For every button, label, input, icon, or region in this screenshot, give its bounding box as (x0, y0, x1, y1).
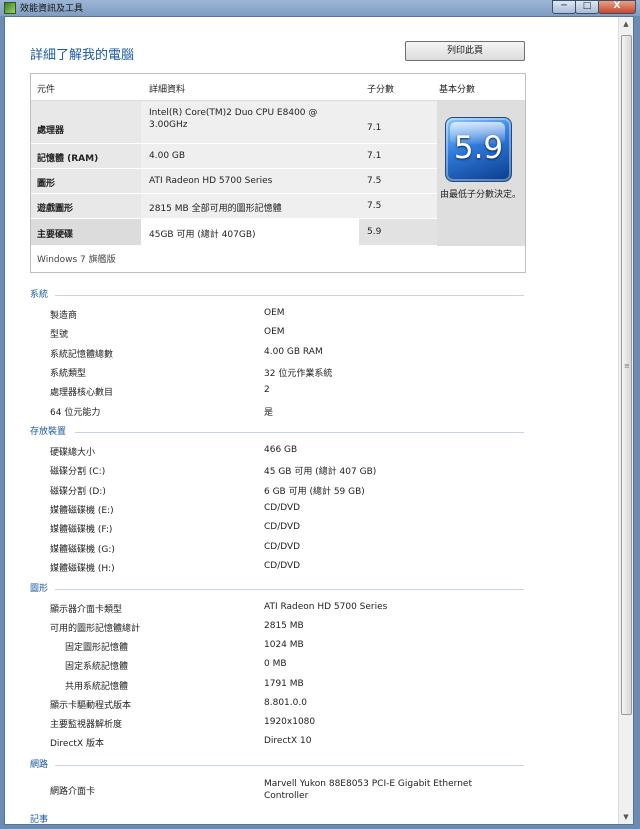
list-item-value: 6 GB 可用 (總計 59 GB) (264, 487, 365, 497)
list-item: 硬碟總大小 (50, 448, 96, 458)
section-graphics: 圖形 (30, 584, 49, 594)
list-item: 媒體磁碟機 (H:) (50, 564, 115, 574)
subscore-graphics: 7.5 (367, 176, 382, 186)
scroll-down-icon[interactable]: ▼ (619, 810, 633, 824)
list-item: 製造商 (50, 311, 78, 321)
list-item: 網路介面卡 (50, 787, 96, 797)
list-item: 磁碟分割 (C:) (50, 467, 106, 477)
subscore-cpu: 7.1 (367, 123, 382, 133)
table-row: 處理器 Intel(R) Core(TM)2 Duo CPU E8400 @ 3… (31, 101, 439, 143)
details-ram: 4.00 GB (149, 151, 186, 161)
list-item-value: 8.801.0.0 (264, 698, 307, 708)
list-item: DirectX 版本 (50, 739, 104, 749)
window-frame: 詳細了解我的電腦 列印此頁 元件 詳細資料 子分數 基本分數 處理器 Intel… (4, 16, 634, 825)
list-item-value: 2 (264, 385, 270, 395)
list-item-value: 0 MB (264, 659, 287, 669)
base-score-panel: 5.9 由最低子分數決定。 (437, 101, 525, 246)
scroll-up-icon[interactable]: ▲ (619, 17, 633, 31)
list-item-value: 1920x1080 (264, 717, 316, 727)
list-item: 共用系統記憶體 (65, 682, 129, 692)
table-row: 主要硬碟 45GB 可用 (總計 407GB) 5.9 (31, 219, 439, 245)
table-row: 記憶體 (RAM) 4.00 GB 7.1 (31, 144, 439, 168)
base-score-value: 5.9 (453, 130, 504, 166)
list-item: 媒體磁碟機 (E:) (50, 506, 114, 516)
section-next: 記事 (30, 815, 49, 825)
windows-edition: Windows 7 旗艦版 (37, 255, 116, 265)
list-item-value: 32 位元作業系統 (264, 369, 333, 379)
close-button[interactable]: X (598, 0, 636, 14)
grip-icon: ≡ (624, 362, 630, 370)
content-pane: 詳細了解我的電腦 列印此頁 元件 詳細資料 子分數 基本分數 處理器 Intel… (5, 17, 619, 825)
section-storage: 存放裝置 (30, 427, 67, 437)
maximize-button[interactable]: □ (575, 0, 599, 14)
list-item-value: CD/DVD (264, 522, 301, 532)
base-score-badge: 5.9 (445, 117, 512, 182)
list-item: 系統記憶體總數 (50, 350, 114, 360)
header-details: 詳細資料 (149, 85, 186, 95)
list-item: 處理器核心數目 (50, 388, 114, 398)
header-component: 元件 (37, 85, 56, 95)
list-item-value: 是 (264, 408, 274, 418)
list-item: 顯示器介面卡類型 (50, 605, 123, 615)
app-icon (4, 2, 16, 14)
component-gaming-graphics: 遊戲圖形 (37, 204, 74, 214)
list-item-value: 1024 MB (264, 640, 304, 650)
list-item: 媒體磁碟機 (G:) (50, 545, 115, 555)
scrollbar-thumb[interactable]: ≡ (621, 35, 632, 715)
list-item-value: Marvell Yukon 88E8053 PCI-E Gigabit Ethe… (264, 779, 472, 801)
list-item: 系統類型 (50, 369, 87, 379)
print-page-button[interactable]: 列印此頁 (405, 41, 525, 61)
window-title: 效能資訊及工具 (20, 4, 84, 14)
header-subscore: 子分數 (367, 85, 395, 95)
subscore-primary-disk: 5.9 (367, 227, 382, 237)
list-item-value: CD/DVD (264, 503, 301, 513)
list-item-value: 4.00 GB RAM (264, 347, 323, 357)
section-system: 系統 (30, 290, 49, 300)
list-item: 固定系統記憶體 (65, 662, 129, 672)
header-base-score: 基本分數 (439, 85, 476, 95)
component-ram: 記憶體 (RAM) (37, 154, 99, 164)
wei-table: 元件 詳細資料 子分數 基本分數 處理器 Intel(R) Core(TM)2 … (30, 73, 526, 273)
list-item-value: 466 GB (264, 445, 298, 455)
details-primary-disk: 45GB 可用 (總計 407GB) (149, 230, 256, 240)
list-item-value: OEM (264, 327, 285, 337)
list-item: 固定圖形記憶體 (65, 643, 129, 653)
table-row: 遊戲圖形 2815 MB 全部可用的圖形記憶體 7.5 (31, 194, 439, 218)
component-cpu: 處理器 (37, 126, 65, 136)
wei-header: 元件 詳細資料 子分數 基本分數 (31, 74, 525, 101)
page-title: 詳細了解我的電腦 (30, 48, 135, 63)
list-item: 可用的圖形記憶體總計 (50, 624, 141, 634)
section-network: 網路 (30, 760, 49, 770)
title-bar: 效能資訊及工具 ─ □ X (0, 0, 640, 16)
list-item-value: OEM (264, 308, 285, 318)
vertical-scrollbar[interactable]: ▲ ≡ ▼ (618, 17, 633, 824)
details-cpu: Intel(R) Core(TM)2 Duo CPU E8400 @ 3.00G… (149, 108, 318, 130)
component-primary-disk: 主要硬碟 (37, 230, 74, 240)
list-item-value: DirectX 10 (264, 736, 312, 746)
list-item: 磁碟分割 (D:) (50, 487, 106, 497)
list-item: 型號 (50, 330, 69, 340)
list-item-value: ATI Radeon HD 5700 Series (264, 602, 388, 612)
list-item: 顯示卡驅動程式版本 (50, 701, 132, 711)
list-item: 主要監視器解析度 (50, 720, 123, 730)
subscore-ram: 7.1 (367, 151, 382, 161)
subscore-gaming-graphics: 7.5 (367, 201, 382, 211)
component-graphics: 圖形 (37, 179, 56, 189)
list-item-value: 1791 MB (264, 679, 304, 689)
list-item-value: CD/DVD (264, 542, 301, 552)
table-row: 圖形 ATI Radeon HD 5700 Series 7.5 (31, 169, 439, 193)
minimize-button[interactable]: ─ (552, 0, 576, 14)
details-gaming-graphics: 2815 MB 全部可用的圖形記憶體 (149, 204, 282, 214)
list-item: 媒體磁碟機 (F:) (50, 525, 113, 535)
base-score-note: 由最低子分數決定。 (440, 190, 522, 200)
list-item-value: CD/DVD (264, 561, 301, 571)
details-graphics: ATI Radeon HD 5700 Series (149, 176, 273, 186)
list-item-value: 2815 MB (264, 621, 304, 631)
list-item-value: 45 GB 可用 (總計 407 GB) (264, 467, 377, 477)
list-item: 64 位元能力 (50, 408, 101, 418)
